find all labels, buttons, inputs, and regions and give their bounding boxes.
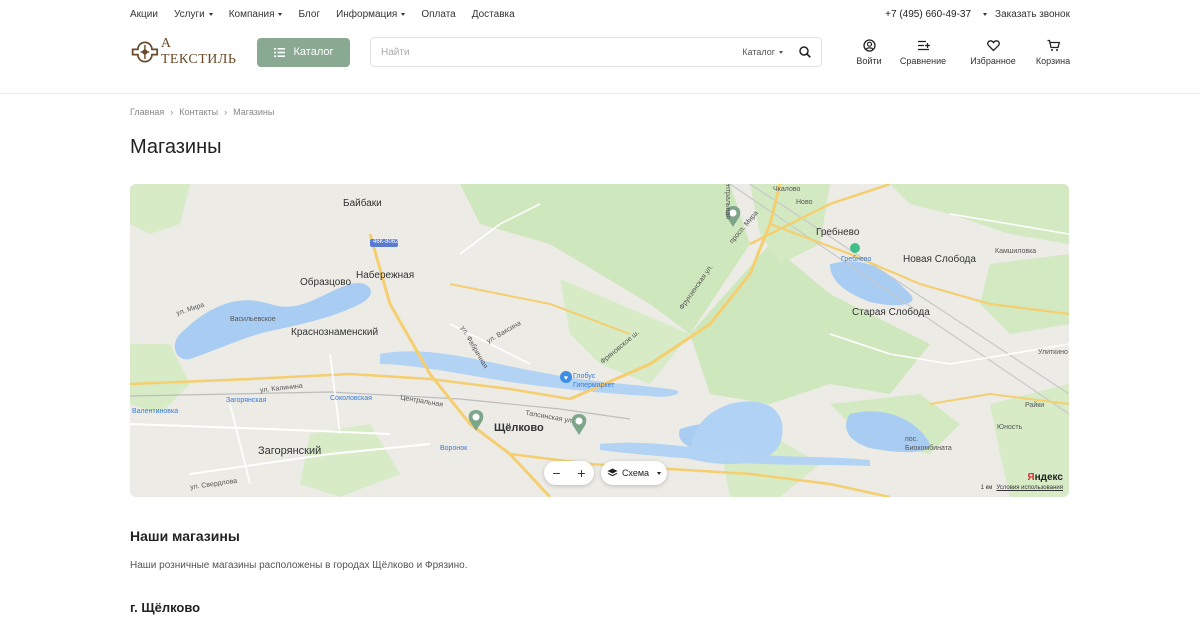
login-button[interactable]: Войти	[849, 32, 889, 72]
top-contacts: +7 (495) 660-49-37 Заказать звонок	[885, 9, 1070, 20]
map-label-gipermarket: Глобус Гипермаркет	[573, 373, 615, 389]
breadcrumb-home[interactable]: Главная	[130, 107, 164, 117]
map-label-zagoryansky: Загорянский	[258, 445, 322, 457]
cart-button[interactable]: Корзина	[1036, 32, 1070, 72]
map-label-chkalovo: Чкалово	[773, 186, 801, 193]
map-label-babkino: Байбаки	[343, 198, 382, 209]
header-actions: Войти Сравнение Избранное Корзина	[849, 32, 1070, 72]
search-input[interactable]	[381, 46, 743, 58]
chevron-down-icon	[779, 50, 783, 54]
layers-icon	[607, 468, 618, 477]
logo-text: А ТЕКСТИЛЬ	[160, 36, 237, 67]
logo[interactable]: А ТЕКСТИЛЬ	[130, 36, 240, 67]
map-road-label: Центральная	[724, 184, 732, 220]
stores-map[interactable]: ♥ 46К-8062 Байбаки Набережная Образцово …	[130, 184, 1069, 497]
chevron-down-icon	[657, 471, 662, 475]
page-title: Магазины	[130, 136, 222, 158]
map-road-label: 46К-8062	[373, 239, 399, 245]
search-scope-select[interactable]: Каталог	[742, 47, 783, 57]
map-scale: 1 км	[980, 485, 993, 491]
user-icon	[862, 38, 876, 52]
search-bar: Каталог	[370, 37, 822, 67]
chevron-down-icon	[401, 12, 406, 16]
map-label-kamshilovka: Камшиловка	[995, 248, 1037, 255]
chevron-down-icon	[208, 12, 213, 16]
yandex-logo[interactable]: Яндекс	[1027, 472, 1063, 483]
map-label-vasilyevskoe: Васильевское	[230, 316, 276, 323]
map-label-yunost: Юность	[997, 424, 1023, 431]
top-nav-item-payment[interactable]: Оплата	[421, 9, 455, 20]
map-label-ulitkino: Улиткино	[1038, 349, 1068, 356]
compare-button[interactable]: Сравнение	[899, 32, 947, 72]
map-label-grebnevo-station: Гребнево	[841, 256, 872, 263]
compare-icon	[917, 40, 930, 50]
chevron-down-icon	[278, 12, 283, 16]
map-label-novaya-sloboda: Новая Слобода	[903, 254, 976, 265]
map-label-biokombinat: пос. Биокомбината	[905, 436, 952, 452]
map-label-sokolovskaya: Соколовская	[330, 395, 372, 402]
map-zoom-control: − +	[544, 461, 594, 485]
zoom-out-button[interactable]: −	[552, 466, 560, 480]
top-nav-item-company[interactable]: Компания	[229, 9, 283, 20]
list-icon	[273, 47, 285, 57]
catalog-button-label: Каталог	[293, 46, 334, 58]
top-nav-item-promo[interactable]: Акции	[130, 9, 158, 20]
top-nav-item-services[interactable]: Услуги	[174, 9, 213, 20]
map-terms-link[interactable]: Условия использования	[996, 485, 1063, 491]
chevron-right-icon: ›	[224, 107, 228, 117]
chevron-down-icon[interactable]	[983, 12, 988, 16]
phone-number[interactable]: +7 (495) 660-49-37	[885, 9, 971, 20]
map-label-novo: Ново	[796, 199, 813, 206]
city-title: г. Щёлково	[130, 600, 201, 615]
callback-link[interactable]: Заказать звонок	[995, 9, 1070, 20]
section-text: Наши розничные магазины расположены в го…	[130, 560, 468, 571]
top-nav-item-delivery[interactable]: Доставка	[472, 9, 515, 20]
section-title: Наши магазины	[130, 528, 240, 544]
map-label-zagoryanskaya: Загорянская	[226, 397, 267, 404]
search-icon[interactable]	[799, 46, 811, 58]
chevron-right-icon: ›	[170, 107, 174, 117]
svg-text:♥: ♥	[564, 375, 568, 382]
map-footer: 1 км Условия использования	[981, 485, 1063, 491]
map-label-krasnoznamensky: Краснознаменский	[291, 327, 379, 338]
map-label-naberezhnaya: Набережная	[356, 270, 415, 281]
header: А ТЕКСТИЛЬ Каталог Каталог Войти	[130, 28, 1070, 76]
map-label-schelkovo: Щёлково	[494, 422, 544, 434]
map-label-obraztsovo: Образцово	[300, 277, 352, 288]
map-label-grebnevo: Гребнево	[816, 227, 860, 238]
top-nav-item-blog[interactable]: Блог	[298, 9, 320, 20]
zoom-in-button[interactable]: +	[577, 466, 585, 480]
map-label-raiki: Райки	[1025, 402, 1045, 409]
top-bar: Акции Услуги Компания Блог Информация Оп…	[130, 0, 1070, 28]
favorites-button[interactable]: Избранное	[969, 32, 1017, 72]
header-divider	[0, 93, 1200, 94]
map-label-valentinovka: Валентиновка	[132, 408, 179, 415]
heart-icon	[986, 39, 1000, 51]
catalog-button[interactable]: Каталог	[257, 37, 350, 67]
map-label-staraya-sloboda: Старая Слобода	[852, 307, 930, 318]
breadcrumb-current: Магазины	[233, 107, 275, 117]
breadcrumb: Главная › Контакты › Магазины	[130, 107, 274, 117]
logo-mark-icon	[131, 41, 159, 63]
map-layers-button[interactable]: Схема	[601, 461, 667, 485]
map-label-voronok: Воронок	[440, 445, 468, 452]
top-nav: Акции Услуги Компания Блог Информация Оп…	[130, 9, 531, 20]
top-nav-item-info[interactable]: Информация	[336, 9, 406, 20]
cart-icon	[1047, 39, 1060, 51]
breadcrumb-contacts[interactable]: Контакты	[179, 107, 218, 117]
